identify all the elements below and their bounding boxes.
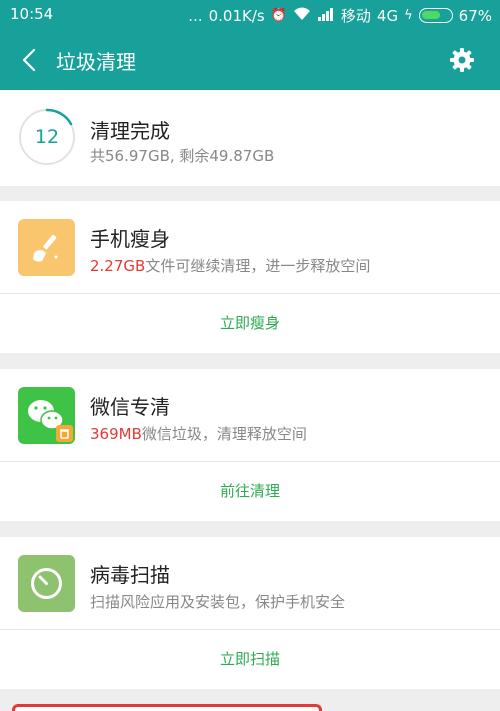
app-bar: 垃圾清理 xyxy=(0,30,500,90)
feature-row[interactable]: 微信专清 369MB微信垃圾，清理释放空间 xyxy=(0,369,500,462)
battery-percent: 67% xyxy=(458,6,492,25)
status-time: 10:54 xyxy=(10,5,54,23)
status-network: 4G xyxy=(376,6,399,25)
feature-title: 手机瘦身 xyxy=(90,227,170,251)
summary-subtitle: 共56.97GB, 剩余49.87GB xyxy=(90,147,275,165)
status-carrier: 移动 xyxy=(340,7,371,25)
feature-subtitle: 2.27GB文件可继续清理，进一步释放空间 xyxy=(90,255,370,276)
battery-icon xyxy=(418,8,453,23)
status-right: ... 0.01K/s ⏰ 移动 4G ϟ 67% xyxy=(188,5,492,26)
signal-icon xyxy=(317,7,335,25)
feature-desc: 微信垃圾，清理释放空间 xyxy=(141,425,307,443)
alarm-off-icon: ⏰ xyxy=(270,8,287,23)
summary-title: 清理完成 xyxy=(90,119,170,143)
next-card-peek xyxy=(12,704,322,711)
feature-subtitle: 369MB微信垃圾，清理释放空间 xyxy=(90,423,307,444)
status-speed: 0.01K/s xyxy=(208,6,265,25)
scan-action-button[interactable]: 立即扫描 xyxy=(0,630,500,689)
feature-highlight: 2.27GB xyxy=(90,257,146,275)
page-title: 垃圾清理 xyxy=(56,50,136,74)
status-dots: ... xyxy=(188,6,203,25)
wechat-icon xyxy=(18,387,75,444)
feature-card-slim: 手机瘦身 2.27GB文件可继续清理，进一步释放空间 立即瘦身 xyxy=(0,201,500,353)
chevron-left-icon[interactable] xyxy=(18,46,42,74)
slim-action-button[interactable]: 立即瘦身 xyxy=(0,294,500,353)
gear-icon[interactable] xyxy=(448,46,476,74)
feature-highlight: 369MB xyxy=(90,425,142,443)
feature-card-wechat: 微信专清 369MB微信垃圾，清理释放空间 前往清理 xyxy=(0,369,500,521)
feature-desc: 文件可继续清理，进一步释放空间 xyxy=(145,257,371,275)
status-bar: 10:54 ... 0.01K/s ⏰ 移动 4G ϟ 67% xyxy=(0,0,500,30)
feature-title: 病毒扫描 xyxy=(90,563,170,587)
wifi-icon xyxy=(293,7,311,25)
timer-scan-icon xyxy=(18,555,75,612)
wechat-action-button[interactable]: 前往清理 xyxy=(0,462,500,521)
summary-count: 12 xyxy=(34,126,60,148)
feature-subtitle: 扫描风险应用及安装包，保护手机安全 xyxy=(90,593,346,611)
feature-title: 微信专清 xyxy=(90,395,170,419)
feature-card-virus: 病毒扫描 扫描风险应用及安装包，保护手机安全 立即扫描 xyxy=(0,537,500,689)
shovel-icon xyxy=(18,219,75,276)
feature-row[interactable]: 病毒扫描 扫描风险应用及安装包，保护手机安全 xyxy=(0,537,500,630)
feature-row[interactable]: 手机瘦身 2.27GB文件可继续清理，进一步释放空间 xyxy=(0,201,500,294)
charging-icon: ϟ xyxy=(404,8,413,23)
